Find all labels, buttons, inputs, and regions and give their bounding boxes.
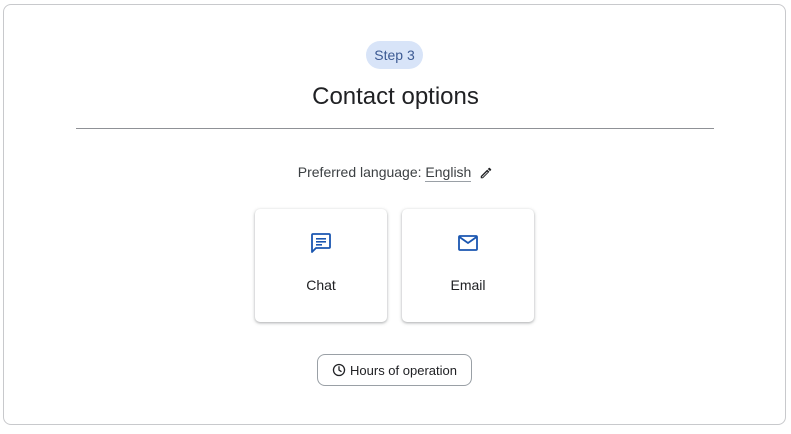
- page-title: Contact options: [312, 83, 479, 110]
- chat-icon: [255, 231, 387, 255]
- hours-of-operation-label: Hours of operation: [350, 362, 457, 378]
- chat-option-label: Chat: [306, 277, 336, 293]
- clock-icon: [332, 363, 346, 377]
- preferred-language-label: Preferred language:: [297, 164, 422, 180]
- mail-icon: [402, 231, 534, 255]
- email-option-button[interactable]: Email: [402, 209, 534, 322]
- chat-option-button[interactable]: Chat: [255, 209, 387, 322]
- hours-of-operation-button[interactable]: Hours of operation: [317, 354, 472, 386]
- email-option-label: Email: [450, 277, 486, 293]
- preferred-language-row: Preferred language: English: [0, 162, 791, 185]
- step-badge: Step 3: [366, 41, 423, 69]
- pencil-icon[interactable]: [479, 165, 493, 185]
- preferred-language-value[interactable]: English: [425, 164, 472, 182]
- divider: [76, 128, 714, 129]
